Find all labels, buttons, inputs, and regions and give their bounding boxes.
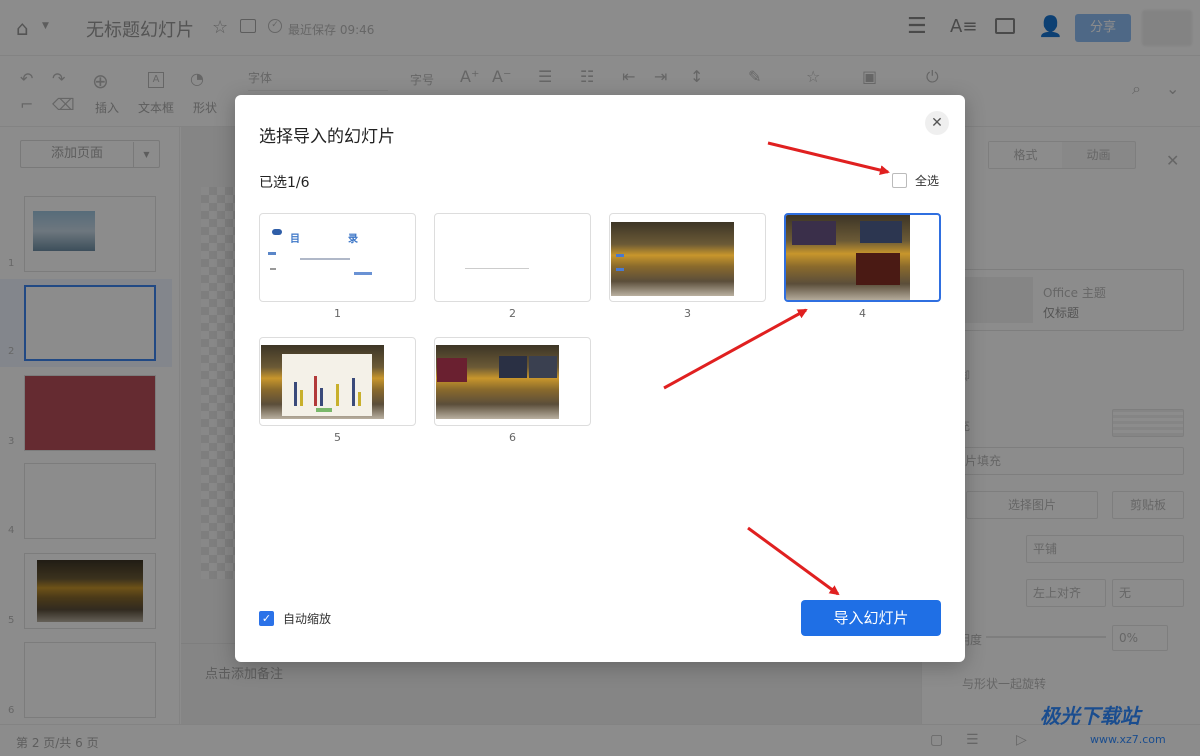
watermark-url: www.xz7.com <box>1090 733 1166 746</box>
annotation-arrows <box>663 141 890 596</box>
watermark-logo-text: 极光下载站 <box>1040 704 1140 728</box>
arrow-to-slide-4 <box>663 308 808 390</box>
arrow-to-import-button <box>747 526 840 596</box>
arrow-to-select-all <box>767 141 890 175</box>
